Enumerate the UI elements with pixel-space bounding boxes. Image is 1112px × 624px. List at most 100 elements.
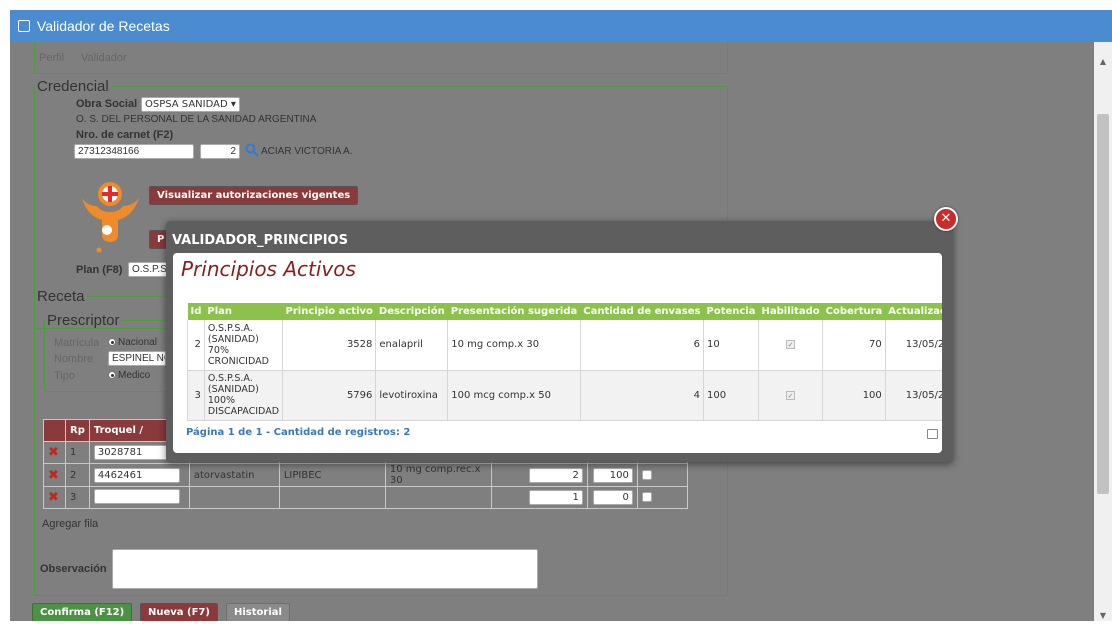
agregar-fila-link[interactable]: Agregar fila — [42, 518, 98, 530]
table-header: Cantidad de envases — [580, 303, 704, 320]
scroll-down-icon[interactable]: ▼ — [1094, 608, 1112, 624]
rp-number: 2 — [65, 463, 90, 487]
table-row[interactable]: 3 O.S.P.S.A. (SANIDAD) 100% DISCAPACIDAD… — [187, 370, 942, 421]
perfil-label: Perfil — [39, 52, 65, 64]
actualizacion-cell: 13/05/2019 — [884, 320, 942, 371]
window-app-icon — [18, 20, 30, 32]
table-header: Cobertura — [822, 303, 886, 320]
obra-social-fullname: O. S. DEL PERSONAL DE LA SANIDAD ARGENTI… — [76, 114, 317, 125]
visualizar-autorizaciones-button[interactable]: Visualizar autorizaciones vigentes — [149, 186, 359, 205]
afiliado-name: ACIAR VICTORIA A. — [261, 146, 353, 157]
search-icon[interactable] — [245, 143, 259, 157]
cobertura-cell: 70 — [822, 320, 886, 371]
habilitado-checkbox[interactable] — [641, 469, 652, 480]
observacion-label: Observación — [40, 563, 107, 575]
modal-body: Principios Activos Id Plan Principio act… — [173, 253, 942, 453]
cantidad-cell: 6 — [579, 320, 704, 371]
delete-row-icon[interactable]: ✖ — [43, 486, 66, 509]
principio-cell: 5796 — [282, 370, 376, 421]
rp-number: 1 — [65, 441, 90, 464]
pharmacy-logo-icon — [77, 176, 152, 256]
cobertura-cell: 100 — [822, 370, 886, 421]
plan-cell: O.S.P.S.A. (SANIDAD) 100% DISCAPACIDAD — [203, 370, 283, 421]
potencia-cell: 10 — [703, 320, 759, 371]
carnet-input[interactable]: 27312348166 — [74, 144, 194, 159]
matricula-nacional-radio[interactable]: Nacional — [108, 337, 157, 348]
cantidad-cell: 4 — [579, 370, 704, 421]
id-cell: 2 — [187, 320, 205, 371]
principios-table: Id Plan Principio activo Descripción Pre… — [187, 303, 942, 421]
table-header: Presentación sugerida — [447, 303, 581, 320]
table-header: Habilitado — [758, 303, 823, 320]
cobertura-input[interactable]: 0 — [592, 490, 633, 505]
window-titlebar: Validador de Recetas — [10, 10, 1112, 42]
observacion-textarea[interactable] — [112, 549, 538, 589]
nombre-input[interactable]: ESPINEL NO — [108, 351, 166, 366]
descripcion-cell: enalapril — [375, 320, 448, 371]
credencial-legend: Credencial — [37, 78, 109, 95]
tipo-medico-radio[interactable]: Medico — [108, 370, 150, 381]
perfil-value: Validador — [81, 52, 127, 64]
cantidad-input[interactable]: 1 — [528, 490, 583, 505]
modal-heading: Principios Activos — [181, 257, 356, 281]
pager-text: Página 1 de 1 - Cantidad de registros: 2 — [186, 427, 411, 438]
troquel-input[interactable]: 4462461 — [93, 467, 180, 483]
receta-legend: Receta — [37, 288, 85, 305]
radio-icon — [108, 371, 116, 379]
marca-cell: LIPIBEC — [278, 463, 386, 487]
tipo-label: Tipo — [54, 370, 75, 382]
table-header: Descripción — [375, 303, 448, 320]
confirma-button[interactable]: Confirma (F12) — [32, 603, 133, 621]
modal-title: VALIDADOR_PRINCIPIOS — [172, 233, 348, 248]
descripcion-cell: levotiroxina — [375, 370, 448, 421]
carnet-suffix-input[interactable]: 2 — [200, 144, 240, 159]
obra-social-label: Obra Social — [76, 98, 138, 110]
presentacion-cell: 100 mcg comp.x 50 — [447, 370, 581, 421]
rp-number: 3 — [65, 486, 90, 509]
table-header: Principio activo — [282, 303, 376, 320]
table-header: Potencia — [703, 303, 759, 320]
delete-row-icon[interactable]: ✖ — [43, 463, 66, 487]
perfil-box: Perfil Validador — [34, 42, 728, 74]
matricula-label: Matrícula — [54, 337, 100, 349]
carnet-label: Nro. de carnet (F2) — [76, 129, 174, 141]
table-header: Rp — [65, 419, 90, 442]
id-cell: 3 — [187, 370, 205, 421]
potencia-cell: 100 — [703, 370, 759, 421]
vertical-scrollbar[interactable]: ▲ ▼ — [1094, 42, 1112, 621]
radio-icon — [108, 338, 116, 346]
actualizacion-cell: 13/05/2019 — [884, 370, 942, 421]
close-modal-button[interactable]: ✕ — [934, 207, 958, 231]
obra-social-select[interactable]: OSPSA SANIDAD ▾ — [141, 97, 240, 112]
habilitado-checkbox[interactable] — [641, 492, 652, 502]
table-header: Plan — [204, 303, 283, 320]
presentacion-cell: 10 mg comp.rec.x 30 — [384, 463, 492, 487]
prescriptor-legend: Prescriptor — [47, 312, 120, 329]
window-title: Validador de Recetas — [36, 18, 170, 34]
droga-cell: atorvastatin — [188, 463, 280, 487]
table-row[interactable]: 2 O.S.P.S.A. (SANIDAD) 70% CRONICIDAD 35… — [187, 320, 942, 371]
cobertura-input[interactable]: 100 — [592, 467, 633, 483]
habilitado-check-icon: ✓ — [786, 340, 796, 350]
habilitado-check-icon: ✓ — [786, 390, 796, 400]
principio-cell: 3528 — [282, 320, 376, 371]
nombre-label: Nombre — [54, 353, 94, 365]
table-row: ✖ 2 4462461 atorvastatin LIPIBEC 10 mg c… — [43, 463, 688, 487]
delete-row-icon[interactable]: ✖ — [43, 441, 66, 464]
scroll-up-icon[interactable]: ▲ — [1094, 54, 1112, 70]
presentacion-cell: 10 mg comp.x 30 — [447, 320, 581, 371]
table-header — [43, 419, 66, 442]
troquel-input[interactable] — [93, 488, 180, 504]
historial-button[interactable]: Historial — [226, 603, 290, 621]
table-header: Id — [187, 303, 205, 320]
principios-modal: VALIDADOR_PRINCIPIOS Principios Activos … — [166, 221, 953, 462]
dropdown-arrow-icon: ▾ — [230, 99, 236, 110]
table-header-row: Id Plan Principio activo Descripción Pre… — [187, 303, 942, 320]
resize-icon[interactable] — [927, 429, 938, 439]
nueva-button[interactable]: Nueva (F7) — [140, 603, 218, 621]
cantidad-input[interactable]: 2 — [528, 467, 583, 483]
plan-label: Plan (F8) — [76, 264, 123, 276]
plan-cell: O.S.P.S.A. (SANIDAD) 70% CRONICIDAD — [203, 320, 283, 371]
scrollbar-thumb[interactable] — [1097, 114, 1109, 494]
table-row: ✖ 3 1 0 — [43, 486, 688, 509]
